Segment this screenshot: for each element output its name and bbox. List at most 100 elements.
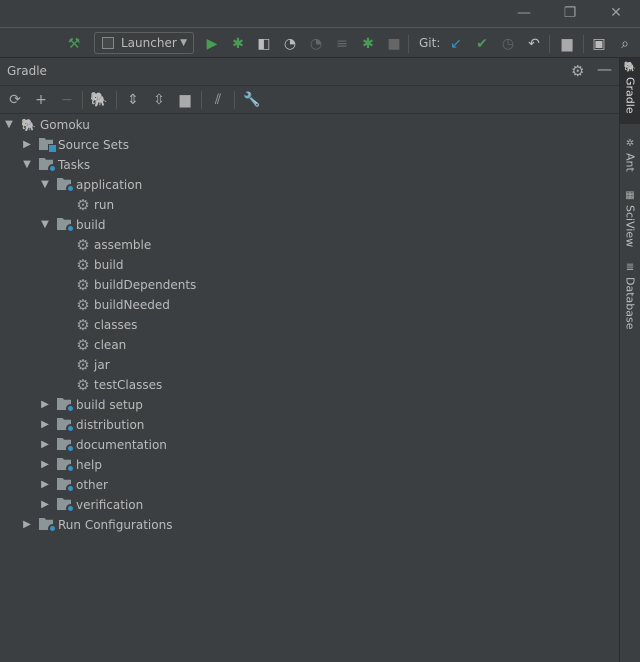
gear-icon: ⚙ (76, 336, 90, 354)
restore-button[interactable]: ❐ (560, 5, 580, 23)
tree-item[interactable]: ▶ build setup (0, 395, 619, 415)
revert-icon[interactable]: ↶ (524, 34, 544, 54)
collapsed-arrow-icon[interactable]: ▶ (39, 455, 51, 475)
collapsed-arrow-icon[interactable]: ▶ (21, 135, 33, 155)
git-history-icon[interactable]: ◷ (498, 34, 518, 54)
tree-item[interactable]: ▶ other (0, 475, 619, 495)
task-folder-icon (57, 498, 75, 513)
task-folder-icon (57, 398, 75, 413)
chevron-down-icon: ▼ (180, 38, 187, 48)
tree-item[interactable]: ⚙ assemble (0, 235, 619, 255)
collapsed-arrow-icon[interactable]: ▶ (39, 475, 51, 495)
tree-item[interactable]: ▼ Tasks (0, 155, 619, 175)
task-folder-icon (57, 478, 75, 493)
profile-icon[interactable]: ◔ (280, 34, 300, 54)
tree-item[interactable]: ⚙ buildDependents (0, 275, 619, 295)
tree-item[interactable]: ▶ verification (0, 495, 619, 515)
search-icon[interactable]: ⌕ (615, 34, 635, 54)
toggle-offline-icon[interactable]: ⫽ (209, 90, 227, 110)
tree-item[interactable]: ⚙ jar (0, 355, 619, 375)
git-update-icon[interactable]: ↙ (446, 34, 466, 54)
side-tab-label: Ant (623, 153, 637, 172)
build-hammer-icon[interactable]: ⚒ (64, 34, 84, 54)
tree-item-label: classes (94, 318, 138, 332)
gear-icon: ⚙ (76, 256, 90, 274)
side-tab-sciview[interactable]: ▦ SciView (620, 186, 640, 256)
app-config-icon (102, 37, 114, 49)
gear-icon[interactable]: ⚙ (571, 62, 584, 80)
gear-icon: ⚙ (76, 376, 90, 394)
gear-icon: ⚙ (76, 196, 90, 214)
close-button[interactable]: ✕ (606, 5, 626, 23)
tree-item[interactable]: ▶ Run Configurations (0, 515, 619, 535)
tree-item-label: Tasks (58, 158, 91, 172)
expanded-arrow-icon[interactable]: ▼ (21, 155, 33, 175)
gradle-tree: ▼ 🐘 Gomoku ▶ Source Sets ▼ Tasks ▼ application ⚙ r… (0, 115, 619, 535)
run-list-icon[interactable]: ≡ (332, 34, 352, 54)
side-tab-label: SciView (623, 205, 637, 248)
side-tab-database[interactable]: ≣ Database (620, 258, 640, 348)
collapse-all-icon[interactable]: ⇳ (150, 90, 168, 110)
collapsed-arrow-icon[interactable]: ▶ (21, 515, 33, 535)
tree-item[interactable]: ⚙ classes (0, 315, 619, 335)
right-tool-strip: 🐘 Gradle ✲ Ant ▦ SciView ≣ Database (619, 58, 640, 662)
task-folder-icon (57, 218, 75, 233)
expanded-arrow-icon[interactable]: ▼ (3, 115, 15, 135)
attach-debugger-icon[interactable]: ✱ (358, 34, 378, 54)
project-structure-icon[interactable]: ▆ (557, 34, 577, 54)
tree-item-label: build (94, 258, 124, 272)
tree-item[interactable]: ▼ build (0, 215, 619, 235)
tree-item-label: verification (76, 498, 144, 512)
tree-item[interactable]: ⚙ build (0, 255, 619, 275)
expand-all-icon[interactable]: ⇕ (124, 90, 142, 110)
gear-icon: ⚙ (76, 276, 90, 294)
panel-header: Gradle ⚙ — (0, 58, 619, 86)
task-folder-icon (57, 178, 75, 193)
minimize-button[interactable]: — (514, 5, 534, 23)
run-config-label: Launcher (121, 36, 177, 50)
add-icon[interactable]: + (32, 90, 50, 110)
tree-item-label: clean (94, 338, 127, 352)
task-folder-icon (39, 158, 57, 173)
tree-item[interactable]: ⚙ testClasses (0, 375, 619, 395)
profile-disabled-icon[interactable]: ◔ (306, 34, 326, 54)
gear-icon: ⚙ (76, 316, 90, 334)
tree-item[interactable]: ▶ Source Sets (0, 135, 619, 155)
tree-item[interactable]: ⚙ clean (0, 335, 619, 355)
remove-icon[interactable]: − (58, 90, 76, 110)
tree-item[interactable]: ▶ help (0, 455, 619, 475)
git-commit-check-icon[interactable]: ✔ (472, 34, 492, 54)
gear-icon: ⚙ (76, 356, 90, 374)
hide-panel-icon[interactable]: — (597, 60, 612, 78)
stop-icon[interactable]: ■ (384, 34, 404, 54)
side-tab-gradle[interactable]: 🐘 Gradle (620, 58, 640, 124)
tree-item[interactable]: ▼ 🐘 Gomoku (0, 115, 619, 135)
coverage-icon[interactable]: ◧ (254, 34, 274, 54)
gear-icon: ⚙ (76, 296, 90, 314)
terminal-icon[interactable]: ▣ (589, 34, 609, 54)
tree-item[interactable]: ▶ distribution (0, 415, 619, 435)
collapsed-arrow-icon[interactable]: ▶ (39, 435, 51, 455)
tree-item-label: run (94, 198, 115, 212)
refresh-icon[interactable]: ⟳ (6, 90, 24, 110)
collapsed-arrow-icon[interactable]: ▶ (39, 395, 51, 415)
run-config-dropdown[interactable]: Launcher ▼ (94, 32, 194, 54)
expanded-arrow-icon[interactable]: ▼ (39, 175, 51, 195)
tree-item[interactable]: ▼ application (0, 175, 619, 195)
debug-bug-icon[interactable]: ✱ (228, 34, 248, 54)
tree-item-label: assemble (94, 238, 152, 252)
elephant-icon: 🐘 (21, 118, 36, 132)
wrench-settings-icon[interactable]: 🔧 (243, 90, 261, 110)
run-icon[interactable]: ▶ (202, 34, 222, 54)
side-tab-ant[interactable]: ✲ Ant (620, 134, 640, 184)
project-folder-icon[interactable]: ▆ (176, 90, 194, 110)
collapsed-arrow-icon[interactable]: ▶ (39, 495, 51, 515)
expanded-arrow-icon[interactable]: ▼ (39, 215, 51, 235)
ant-icon: ✲ (625, 138, 635, 149)
collapsed-arrow-icon[interactable]: ▶ (39, 415, 51, 435)
tree-item[interactable]: ⚙ buildNeeded (0, 295, 619, 315)
tree-item[interactable]: ⚙ run (0, 195, 619, 215)
tree-item[interactable]: ▶ documentation (0, 435, 619, 455)
execute-gradle-task-icon[interactable]: 🐘 (90, 90, 108, 110)
main-toolbar: ⚒ Launcher ▼ ▶ ✱ ◧ ◔ ◔ ≡ ✱ ■ Git: ↙ ✔ ◷ … (0, 29, 640, 58)
